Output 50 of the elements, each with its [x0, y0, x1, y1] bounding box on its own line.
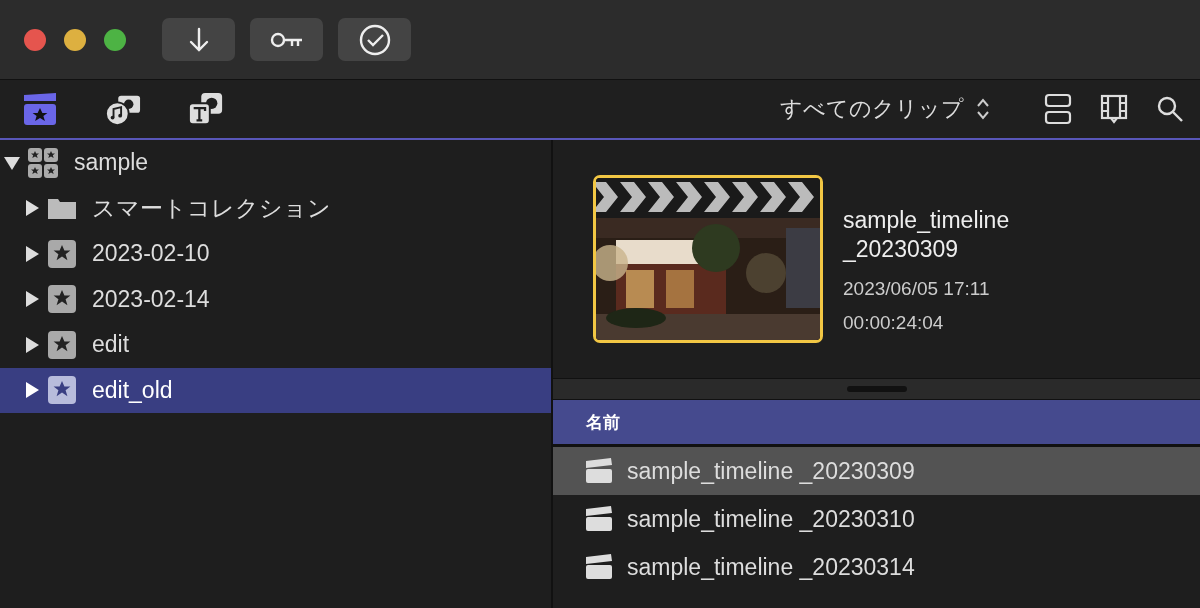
clip-duration: 00:00:24:04 — [843, 311, 945, 335]
close-window-button[interactable] — [24, 28, 46, 51]
expanded-triangle-icon[interactable] — [4, 154, 20, 171]
row-name: sample_timeline _20230314 — [627, 553, 915, 581]
sidebar-item[interactable]: 2023-02-10 — [0, 231, 551, 277]
column-header[interactable]: 名前 — [553, 400, 1200, 447]
clip-date: 2023/06/05 17:11 — [843, 277, 991, 301]
clapperboard-icon — [585, 506, 613, 532]
collapsed-triangle-icon[interactable] — [24, 200, 40, 217]
collapsed-triangle-icon[interactable] — [24, 245, 40, 262]
folder-icon — [48, 197, 76, 220]
analyze-button[interactable] — [338, 18, 411, 61]
title-text-icon — [188, 91, 224, 127]
sidebar-item[interactable]: edit — [0, 322, 551, 368]
minimize-window-button[interactable] — [64, 28, 86, 51]
key-icon — [269, 30, 304, 49]
clapperboard-icon — [585, 458, 613, 484]
sidebar-item[interactable]: 2023-02-14 — [0, 276, 551, 322]
clip-filter-menu[interactable]: すべてのクリップ — [780, 94, 990, 124]
item-label: 2023-02-10 — [92, 240, 210, 268]
search-icon[interactable] — [1156, 95, 1184, 123]
zoom-window-button[interactable] — [104, 28, 126, 51]
collapsed-triangle-icon[interactable] — [24, 336, 40, 353]
import-button[interactable] — [162, 18, 235, 61]
library-icon — [28, 147, 58, 178]
collapsed-triangle-icon[interactable] — [24, 382, 40, 399]
item-label: sample — [74, 149, 149, 177]
row-name: sample_timeline _20230309 — [627, 457, 915, 485]
item-label: スマートコレクション — [92, 193, 331, 223]
item-label: edit — [92, 331, 130, 359]
sidebar-item[interactable]: スマートコレクション — [0, 185, 551, 231]
libraries-tab[interactable] — [22, 91, 58, 127]
item-label: edit_old — [92, 376, 173, 404]
item-label: 2023-02-14 — [92, 285, 210, 313]
titles-tab[interactable] — [188, 91, 224, 127]
clapperboard-star-icon — [23, 92, 57, 126]
keywords-button[interactable] — [250, 18, 323, 61]
updown-chevron-icon — [976, 97, 990, 121]
sidebar-item[interactable]: sample — [0, 140, 551, 186]
clip-title: sample_timeline _20230309 — [843, 206, 1011, 264]
row-name: sample_timeline _20230310 — [627, 505, 915, 533]
clapperboard-icon — [585, 554, 613, 580]
checkmark-circle-icon — [357, 22, 392, 57]
collapsed-triangle-icon[interactable] — [24, 291, 40, 308]
down-arrow-icon — [187, 26, 210, 53]
layout-icon[interactable] — [1044, 93, 1072, 125]
filmstrip-icon[interactable] — [1100, 94, 1128, 124]
sidebar-item[interactable]: edit_old — [0, 367, 551, 413]
table-row[interactable]: sample_timeline _20230309 — [553, 447, 1200, 495]
splitter-handle[interactable] — [846, 386, 907, 392]
